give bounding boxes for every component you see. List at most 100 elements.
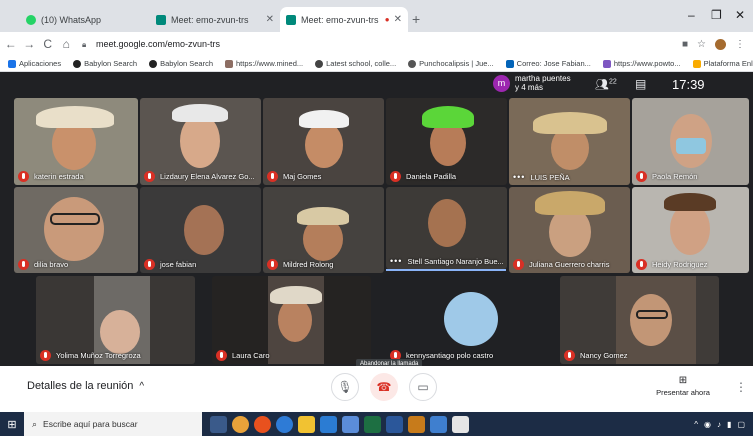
chevron-up-icon: ^	[139, 380, 145, 392]
more-options-icon: •••	[390, 256, 403, 266]
mic-off-icon	[513, 259, 524, 270]
video-tile[interactable]: Nancy Gomez	[560, 276, 719, 364]
clock: 17:39	[672, 77, 705, 92]
store-icon[interactable]	[320, 415, 337, 433]
video-tile[interactable]: dilia bravo	[14, 187, 138, 273]
bookmark-apps[interactable]: Aplicaciones	[8, 59, 61, 68]
reload-icon[interactable]: C	[40, 37, 56, 51]
app-icon[interactable]	[430, 415, 447, 433]
present-now-button[interactable]: ⊞ Presentar ahora	[653, 375, 713, 397]
close-tab-icon[interactable]: ✕	[394, 14, 402, 25]
chrome-icon[interactable]	[232, 415, 249, 433]
network-icon[interactable]: ◉	[704, 420, 711, 429]
windows-start-icon[interactable]: ⊞	[0, 418, 24, 431]
globe-icon	[315, 59, 324, 68]
folder-icon	[692, 59, 701, 68]
app-icon[interactable]	[342, 415, 359, 433]
bookmark-babylon[interactable]: Babylon Search	[73, 59, 137, 68]
video-tile[interactable]: jose fabian	[140, 187, 261, 273]
mic-button[interactable]: 🎙︎	[331, 373, 359, 401]
powtoon-icon	[602, 59, 611, 68]
app-icon[interactable]	[254, 415, 271, 433]
file-explorer-icon[interactable]	[298, 415, 315, 433]
bookmarks-bar: Aplicaciones Babylon Search Babylon Sear…	[0, 56, 753, 72]
camera-button[interactable]: ▭	[409, 373, 437, 401]
lock-icon: 🔒︎	[82, 39, 87, 49]
tab-meet-active[interactable]: Meet: emo-zvun-trs ● ✕	[280, 7, 408, 32]
close-window-button[interactable]: ✕	[735, 8, 745, 22]
video-tile[interactable]: Mildred Rolong	[263, 187, 384, 273]
babylon-icon	[149, 59, 158, 68]
menu-icon[interactable]: ⋮	[735, 39, 745, 50]
participant-count: 22	[608, 78, 617, 86]
outlook-icon	[505, 59, 514, 68]
mic-off-icon	[18, 171, 29, 182]
word-icon[interactable]	[386, 415, 403, 433]
leave-call-button[interactable]: ☎︎	[370, 373, 398, 401]
video-tile[interactable]: Yolima Muñoz Torregroza	[36, 276, 195, 364]
star-icon[interactable]: ☆	[697, 39, 706, 50]
chat-icon[interactable]: ▤	[635, 77, 646, 91]
meet-icon	[286, 14, 296, 25]
notification-icon[interactable]: ▢	[737, 420, 745, 429]
bookmark-mined[interactable]: https://www.mined...	[225, 59, 303, 68]
bookmark-plataforma[interactable]: Plataforma Enlace	[692, 59, 753, 68]
battery-icon[interactable]: ▮	[727, 420, 731, 429]
camera-indicator-icon[interactable]: ■	[682, 39, 688, 50]
profile-avatar[interactable]	[715, 38, 727, 50]
app-icon[interactable]	[408, 415, 425, 433]
video-tile[interactable]: katerin estrada	[14, 98, 138, 185]
video-tile[interactable]: Laura Caro	[212, 276, 371, 364]
bookmark-correo[interactable]: Correo: Jose Fabian...	[505, 59, 591, 68]
hang-up-icon: ☎︎	[376, 380, 392, 394]
video-tile[interactable]: Daniela Padilla	[386, 98, 507, 185]
volume-icon[interactable]: ♪	[717, 420, 721, 429]
people-icon: 👥︎	[595, 79, 609, 91]
mic-off-icon	[390, 171, 401, 182]
maximize-button[interactable]: ❐	[711, 8, 722, 22]
video-tile[interactable]: Juliana Guerrero charris	[509, 187, 630, 273]
tab-meet-1[interactable]: Meet: emo-zvun-trs ✕	[150, 7, 280, 32]
video-tile[interactable]: Lizdaury Elena Alvarez Go...	[140, 98, 261, 185]
task-view-icon[interactable]	[210, 415, 227, 433]
video-tile[interactable]: Heidy Rodriguez	[632, 187, 749, 273]
presenter-chip[interactable]: m martha puentes y 4 más	[493, 74, 571, 92]
meeting-details-button[interactable]: Detalles de la reunión ^	[27, 380, 144, 392]
mined-icon	[225, 59, 234, 68]
meet-controls-bar: Detalles de la reunión ^ 🎙︎ ☎︎ ▭ ⊞ Prese…	[0, 366, 753, 412]
mic-off-icon	[564, 350, 575, 361]
video-tile[interactable]: kennysantiago polo castro	[386, 276, 545, 364]
more-options-icon[interactable]: ⋮	[735, 380, 747, 394]
video-tile[interactable]: ••• LUIS PEÑA	[509, 98, 630, 185]
bookmark-babylon-2[interactable]: Babylon Search	[149, 59, 213, 68]
new-tab-button[interactable]: +	[412, 11, 420, 27]
people-button[interactable]: 👥︎22	[595, 78, 617, 91]
avatar: m	[493, 74, 510, 92]
edge-icon[interactable]	[276, 415, 293, 433]
search-icon: ⌕	[32, 418, 38, 429]
minimize-button[interactable]: –	[688, 8, 695, 22]
bookmark-latest-school[interactable]: Latest school, colle...	[315, 59, 396, 68]
back-icon[interactable]: ←	[3, 37, 19, 51]
camera-icon: ▭	[417, 380, 429, 394]
forward-icon[interactable]: →	[22, 37, 38, 51]
close-tab-icon[interactable]: ✕	[266, 14, 274, 25]
windows-taskbar: ⊞ ⌕ Escribe aquí para buscar ^ ◉ ♪ ▮ ▢	[0, 412, 753, 436]
excel-icon[interactable]	[364, 415, 381, 433]
apps-grid-icon	[8, 59, 16, 68]
bookmark-punchocalipsis[interactable]: Punchocalipsis | Jue...	[408, 59, 494, 68]
mic-off-icon	[636, 259, 647, 270]
bookmark-powtoon[interactable]: https://www.powto...	[602, 59, 681, 68]
mic-off-icon	[144, 259, 155, 270]
taskbar-search[interactable]: ⌕ Escribe aquí para buscar	[24, 412, 202, 436]
chevron-up-icon[interactable]: ^	[694, 420, 698, 429]
video-tile[interactable]: ••• Stell Santiago Naranjo Bue...	[386, 187, 507, 269]
url-field[interactable]: 🔒︎ meet.google.com/emo-zvun-trs	[82, 35, 682, 53]
mic-off-icon	[40, 350, 51, 361]
video-tile[interactable]: Paola Remón	[632, 98, 749, 185]
recording-dot-icon: ●	[384, 15, 390, 24]
publisher-icon[interactable]	[452, 415, 469, 433]
video-tile[interactable]: Maj Gomes	[263, 98, 384, 185]
tab-whatsapp[interactable]: (10) WhatsApp ✕	[20, 7, 170, 32]
home-icon[interactable]: ⌂	[59, 37, 75, 51]
